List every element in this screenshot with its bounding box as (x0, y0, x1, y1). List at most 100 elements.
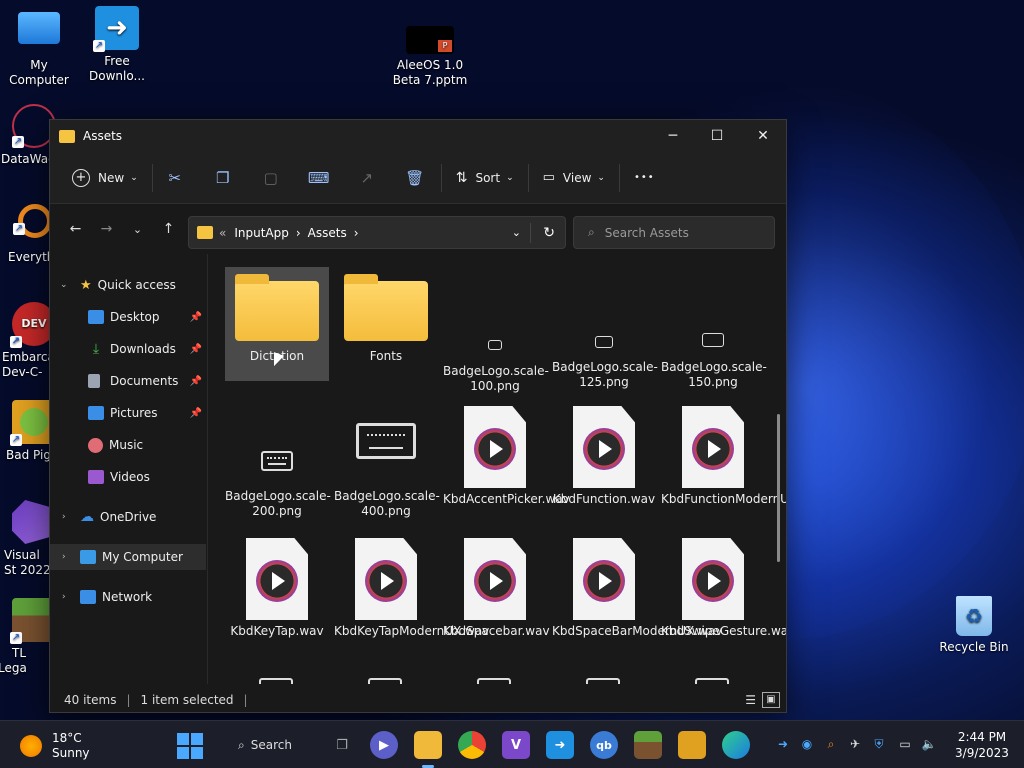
sidebar-item-quick-access[interactable]: ⌄ ★ Quick access (50, 272, 206, 298)
paste-icon[interactable]: ▢ (255, 162, 287, 194)
minimize-button[interactable]: ─ (650, 120, 696, 152)
forward-arrow-icon[interactable]: → (91, 214, 122, 244)
task-view-icon[interactable]: ❐ (328, 731, 356, 759)
desktop-icon-bad-piggies[interactable]: ↗ Bad Pig (0, 400, 56, 463)
security-tray-icon[interactable]: ⛨ (870, 735, 888, 753)
file-item-badgelogo-400[interactable]: BadgeLogo.scale-400.png (334, 399, 440, 529)
address-bar[interactable]: « InputApp › Assets › ⌄ ↻ (188, 216, 566, 249)
file-item-badgelogo-200[interactable]: BadgeLogo.scale-200.png (225, 399, 331, 529)
sidebar-item-my-computer[interactable]: › My Computer (50, 544, 206, 570)
audio-file-icon (464, 406, 526, 488)
desktop-icon (88, 310, 104, 324)
file-item-kbdspacebar[interactable]: KbdSpacebar.wav (443, 538, 550, 662)
chevron-right-icon: › (62, 512, 66, 522)
new-button[interactable]: + New ⌄ (64, 162, 146, 194)
visual-studio-icon[interactable]: V (502, 731, 530, 759)
file-item-kbdaccentpicker[interactable]: KbdAccentPicker.wav (443, 406, 570, 530)
document-icon (88, 374, 100, 388)
breadcrumb-inputapp[interactable]: InputApp (234, 226, 289, 240)
search-icon: ⌕ (238, 737, 245, 752)
display-tray-icon[interactable]: ▭ (896, 735, 914, 753)
title-bar[interactable]: Assets ─ ☐ ✕ (50, 120, 786, 152)
audio-file-icon (682, 406, 744, 488)
bad-piggies-icon[interactable] (678, 731, 706, 759)
start-button[interactable] (176, 731, 204, 759)
file-item-kbdswipegesture[interactable]: KbdSwipeGesture.wav (661, 538, 786, 662)
file-item-kbdkeytapmodernux[interactable]: KbdKeyTapModernUX.wav (334, 538, 489, 662)
taskbar-search[interactable]: ⌕ Search (224, 731, 304, 759)
clock[interactable]: 2:44 PM 3/9/2023 (950, 729, 1014, 761)
file-item-badgelogo-150[interactable]: BadgeLogo.scale-150.png (661, 267, 767, 397)
qbittorrent-tray-icon[interactable]: ◉ (798, 735, 816, 753)
breadcrumb-assets[interactable]: Assets (308, 226, 347, 240)
sidebar-item-pictures[interactable]: Pictures 📌 (50, 400, 206, 426)
everything-tray-icon[interactable]: ⌕ (822, 735, 840, 753)
close-button[interactable]: ✕ (740, 120, 786, 152)
refresh-icon[interactable]: ↻ (543, 225, 555, 241)
minecraft-icon[interactable] (634, 731, 662, 759)
sidebar-item-onedrive[interactable]: › ☁ OneDrive (50, 504, 206, 530)
desktop-icon-everything[interactable]: ↗ Everyth (0, 204, 54, 265)
chat-icon[interactable]: ▶ (370, 731, 398, 759)
volume-tray-icon[interactable]: 🔈 (920, 735, 938, 753)
file-explorer-icon[interactable] (414, 731, 442, 768)
chrome-icon[interactable] (458, 731, 486, 759)
sidebar-item-downloads[interactable]: ⤓ Downloads 📌 (50, 336, 206, 362)
rename-icon[interactable]: ⌨ (303, 162, 335, 194)
file-item-badgelogo-125[interactable]: BadgeLogo.scale-125.png (552, 267, 658, 397)
file-item-kbdfunctionmodernux[interactable]: KbdFunctionModernUX.wav (661, 406, 786, 530)
sidebar-item-music[interactable]: Music (50, 432, 206, 458)
large-icons-view-icon[interactable]: ▣ (762, 692, 780, 708)
desktop-icon-embarcadero[interactable]: DEV ↗ Embarca Dev-C- (0, 302, 56, 380)
qbittorrent-icon[interactable]: qb (590, 731, 618, 759)
sidebar-item-label: Downloads (110, 342, 176, 356)
desktop-icon-visual-studio[interactable]: Visual St 2022 (0, 500, 56, 578)
keyboard-icon (477, 678, 511, 684)
download-manager-tray-icon[interactable]: ➜ (774, 735, 792, 753)
file-item-badgelogo-100[interactable]: BadgeLogo.scale-100.png (443, 267, 549, 397)
recycle-bin-icon: ♻ (956, 596, 992, 636)
desktop-icon-recycle-bin[interactable]: ♻ Recycle Bin (936, 596, 1012, 655)
desktop-icon-pptm[interactable]: P AleeOS 1.0 Beta 7.pptm (384, 26, 476, 88)
play-disc-icon (583, 428, 625, 470)
vertical-scrollbar[interactable] (777, 414, 780, 562)
file-item-kbdfunction[interactable]: KbdFunction.wav (552, 406, 656, 530)
desktop-icon-datawag[interactable]: ↗ DataWag (0, 104, 56, 167)
sidebar-item-videos[interactable]: Videos (50, 464, 206, 490)
keyboard-icon (488, 340, 502, 350)
address-overflow[interactable]: « (219, 226, 226, 240)
keyboard-icon (595, 336, 613, 348)
recent-locations-chevron-icon[interactable]: ⌄ (122, 214, 153, 244)
up-arrow-icon[interactable]: ↑ (153, 214, 184, 244)
weather-widget[interactable]: 18°C Sunny (20, 731, 90, 761)
back-arrow-icon[interactable]: ← (60, 214, 91, 244)
network-tray-icon[interactable]: ✈ (846, 735, 864, 753)
maximize-button[interactable]: ☐ (694, 120, 740, 152)
edge-icon[interactable] (722, 731, 750, 759)
more-options-button[interactable]: ••• (626, 162, 663, 194)
desktop-icon-free-download[interactable]: ➜ ↗ Free Downlo... (79, 6, 155, 84)
cut-icon[interactable]: ✂ (159, 162, 191, 194)
desktop-icon-label: AleeOS 1.0 Beta 7.pptm (392, 58, 468, 87)
desktop-icon-label: TL Lega (0, 646, 27, 675)
desktop-icon-my-computer[interactable]: My Computer (1, 10, 77, 88)
address-dropdown-chevron-icon[interactable]: ⌄ (512, 226, 521, 239)
view-button[interactable]: ▭ View ⌄ (535, 162, 613, 194)
file-item-kbdspacebarmodernux[interactable]: KbdSpaceBarModernUX.wav (552, 538, 722, 662)
sidebar-item-desktop[interactable]: Desktop 📌 (50, 304, 206, 330)
pin-icon: 📌 (189, 311, 202, 323)
delete-icon[interactable]: 🗑 (399, 162, 431, 194)
details-view-icon[interactable]: ☰ (745, 693, 756, 707)
download-manager-icon[interactable]: ➜ (546, 731, 574, 759)
file-item-fonts[interactable]: Fonts (334, 267, 438, 381)
sort-button[interactable]: ⇅ Sort ⌄ (448, 162, 522, 194)
shortcut-arrow-icon: ↗ (93, 40, 105, 52)
desktop-icon-tl-legacy[interactable]: ↗ TL Lega (0, 598, 56, 676)
desktop-icon-label: Visual St 2022 (4, 548, 51, 577)
file-item-kbdkeytap[interactable]: KbdKeyTap.wav (225, 538, 329, 662)
copy-icon[interactable]: ❐ (207, 162, 239, 194)
sidebar-item-network[interactable]: › Network (50, 584, 206, 610)
sidebar-item-documents[interactable]: Documents 📌 (50, 368, 206, 394)
search-box[interactable]: ⌕ Search Assets (573, 216, 775, 249)
share-icon[interactable]: ↗ (351, 162, 383, 194)
